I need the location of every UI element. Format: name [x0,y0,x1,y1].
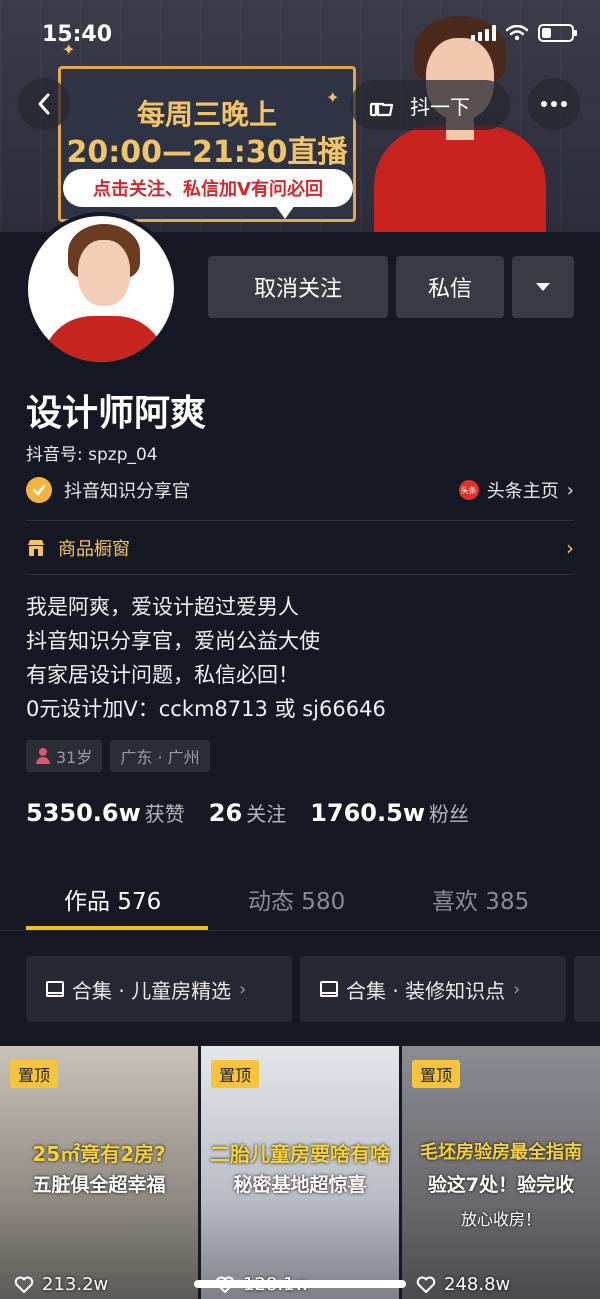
tab-likes[interactable]: 喜欢 385 [432,882,529,916]
more-icon [541,101,567,107]
like-count: 213.2w [42,1274,109,1295]
stat-label: 粉丝 [429,802,469,826]
age-label: 31岁 [56,748,93,767]
shop-window-label: 商品橱窗 [58,539,130,560]
video-thumbnail[interactable]: 置顶 25㎡竟有2房? 五脏俱全超幸福 213.2w [0,1046,198,1299]
collection-label: 合集 · 儿童房精选 [72,978,232,1003]
pinned-badge: 置顶 [10,1060,59,1088]
status-icons [471,24,577,42]
chevron-right-icon: › [566,536,574,560]
battery-icon [538,24,577,42]
poke-label: 抖一下 [410,94,470,119]
video-likes: 248.8w [416,1274,510,1295]
bio-line: 我是阿爽，爱设计超过爱男人 [26,595,299,619]
heart-icon [14,1276,34,1293]
douyin-id: 抖音号: spzp_04 [26,445,158,465]
person-icon [36,748,50,764]
video-subtitle: 验这7处！验完收 [427,1174,575,1196]
shop-window-row[interactable]: 商品橱窗 › [26,530,574,566]
stat-followers[interactable]: 1760.5w 粉丝 [310,798,469,827]
like-count: 248.8w [444,1274,511,1295]
age-tag: 31岁 [26,740,103,772]
bio-line: 有家居设计问题，私信必回！ [26,663,299,687]
stat-label: 关注 [246,802,287,826]
location-tag: 广东 · 广州 [110,740,210,772]
toutiao-label: 头条主页 [486,481,559,502]
bio: 我是阿爽，爱设计超过爱男人 抖音知识分享官，爱尚公益大使 有家居设计问题，私信必… [26,590,386,726]
stat-following[interactable]: 26 关注 [209,798,286,827]
poke-button[interactable]: 抖一下 [350,80,510,130]
home-indicator[interactable] [194,1280,406,1288]
collection-more[interactable] [574,956,600,1022]
tab-posts[interactable]: 动态 580 [248,882,345,916]
collection-kids-room[interactable]: 合集 · 儿童房精选 › [26,956,292,1022]
divider [26,520,574,521]
pinned-badge: 置顶 [412,1060,461,1088]
bio-line: 抖音知识分享官，爱尚公益大使 [26,629,320,653]
video-grid: 置顶 25㎡竟有2房? 五脏俱全超幸福 213.2w 置顶 二胎儿童房要啥有啥 … [0,1046,600,1299]
pinned-badge: 置顶 [211,1060,260,1088]
chevron-right-icon: › [239,978,247,1000]
video-subtitle: 秘密基地超惊喜 [233,1174,367,1196]
profile-stats: 5350.6w 获赞 26 关注 1760.5w 粉丝 [26,798,469,827]
dropdown-icon [536,283,550,291]
bio-line: 0元设计加V：cckm8713 或 sj66646 [26,697,386,721]
dropdown-button[interactable] [512,256,574,318]
toutiao-link[interactable]: 头条 头条主页 › [458,477,574,503]
verified-icon [26,477,52,503]
video-subtitle-2: 放心收房！ [460,1210,541,1229]
toutiao-icon: 头条 [458,480,479,500]
location-label: 广东 · 广州 [120,748,200,767]
verification-row: 抖音知识分享官 头条 头条主页 › [26,476,574,504]
video-thumbnail[interactable]: 置顶 毛坯房验房最全指南 验这7处！验完收 放心收房！ 248.8w [402,1046,600,1299]
unfollow-button[interactable]: 取消关注 [208,256,388,318]
profile-tags: 31岁 广东 · 广州 [26,740,210,772]
avatar[interactable] [24,212,178,366]
stat-value: 5350.6w [26,799,141,827]
content-tabs: 作品 576 动态 580 喜欢 385 [0,866,600,930]
more-button[interactable] [528,78,580,130]
shop-icon [28,540,44,556]
collections-row: 合集 · 儿童房精选 › 合集 · 装修知识点 › [26,956,600,1022]
divider [0,930,600,931]
verification-label: 抖音知识分享官 [64,481,190,502]
back-button[interactable] [18,78,70,130]
wifi-icon [506,25,528,41]
poke-hand-icon [369,102,394,117]
heart-icon [416,1276,436,1293]
profile-name: 设计师阿爽 [26,393,207,434]
chevron-right-icon: › [566,479,574,501]
back-icon [38,93,50,115]
signal-icon [471,25,496,41]
stat-likes[interactable]: 5350.6w 获赞 [26,798,185,827]
video-title: 毛坯房验房最全指南 [420,1142,582,1163]
divider [26,574,574,575]
live-schedule-promo: 每周三晚上 20:00—21:30直播 点击关注、私信加V有问必回 [58,66,356,222]
status-time: 15:40 [42,22,113,47]
sparkle-icon: ✦ [326,88,340,107]
video-subtitle: 五脏俱全超幸福 [32,1174,166,1196]
promo-line-2: 20:00—21:30直播 [66,135,348,170]
layers-icon [318,980,338,998]
promo-pill: 点击关注、私信加V有问必回 [63,169,353,219]
video-title: 二胎儿童房要啥有啥 [210,1142,390,1166]
video-title: 25㎡竟有2房? [32,1142,166,1166]
tab-works[interactable]: 作品 576 [64,882,161,916]
chevron-right-icon: › [513,978,521,1000]
stat-value: 26 [208,799,243,827]
video-likes: 213.2w [14,1274,108,1295]
layers-icon [44,980,64,998]
video-thumbnail[interactable]: 置顶 二胎儿童房要啥有啥 秘密基地超惊喜 128.1w [201,1046,399,1299]
collection-renovation[interactable]: 合集 · 装修知识点 › [300,956,566,1022]
collection-label: 合集 · 装修知识点 [346,978,506,1003]
stat-label: 获赞 [144,802,185,826]
stat-value: 1760.5w [310,799,425,827]
message-button[interactable]: 私信 [396,256,504,318]
